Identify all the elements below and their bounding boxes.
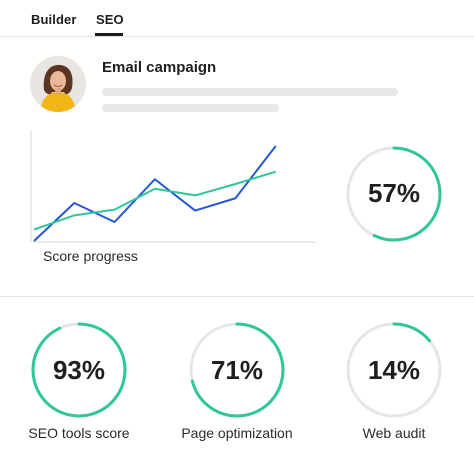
web-audit-label: Web audit	[362, 425, 426, 441]
chart-series-line-1	[33, 145, 277, 242]
chart-caption: Score progress	[43, 248, 138, 264]
seo-tools-score-label: SEO tools score	[28, 425, 130, 441]
overall-score-value: 57%	[367, 178, 421, 208]
page-optimization-gauge: 71%	[189, 322, 285, 418]
web-audit-value: 14%	[367, 355, 421, 385]
seo-tools-score-value: 93%	[52, 355, 106, 385]
overall-score-gauge: 57%	[346, 146, 442, 242]
section-divider	[0, 296, 474, 297]
web-audit-gauge: 14%	[346, 322, 442, 418]
page-optimization-value: 71%	[210, 355, 264, 385]
seo-tools-score-gauge: 93%	[31, 322, 127, 418]
page-optimization-label: Page optimization	[181, 425, 293, 441]
